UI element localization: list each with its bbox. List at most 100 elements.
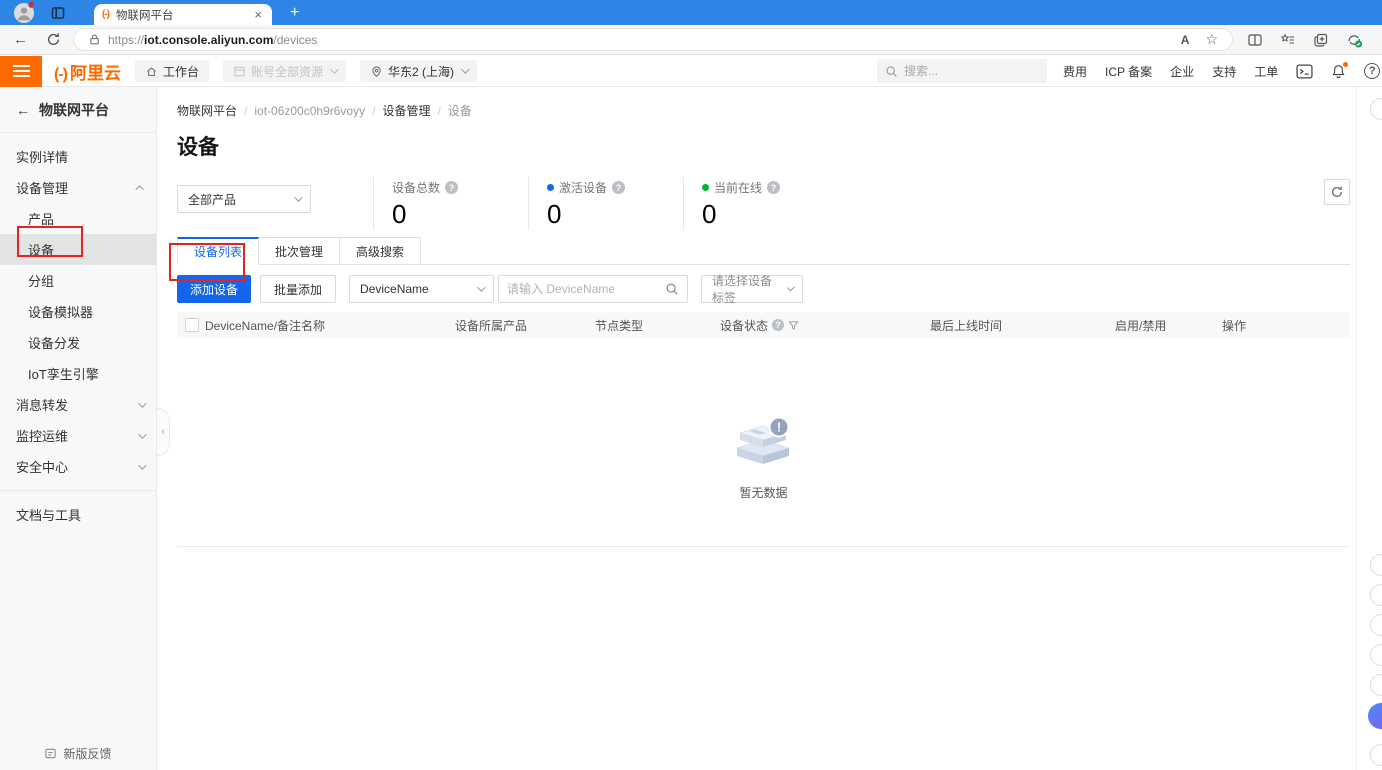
sidebar-item-docs-tools[interactable]: 文档与工具 [0, 499, 156, 530]
svg-text:!: ! [776, 420, 780, 435]
devicename-search[interactable] [498, 275, 688, 303]
cloudshell-icon[interactable] [1296, 64, 1313, 79]
sidebar-item-products[interactable]: 产品 [0, 203, 156, 234]
workbench-button[interactable]: 工作台 [135, 60, 209, 82]
screen: (-) 物联网平台 × + ← https://iot.console.aliy… [0, 0, 1382, 770]
help-icon[interactable]: ? [612, 181, 625, 194]
resource-scope-selector[interactable]: 账号全部资源 [223, 60, 346, 82]
stat-online-devices: 当前在线? 0 [683, 177, 838, 230]
browser-essentials-icon[interactable] [1346, 32, 1363, 48]
sidebar-item-device-distribution[interactable]: 设备分发 [0, 327, 156, 358]
sidebar-item-monitoring-ops[interactable]: 监控运维 [0, 420, 156, 451]
chevron-down-icon [138, 399, 146, 407]
refresh-button[interactable] [1324, 179, 1350, 205]
lock-icon[interactable] [88, 33, 101, 46]
nav-link-billing[interactable]: 费用 [1063, 63, 1087, 80]
add-device-button[interactable]: 添加设备 [177, 275, 251, 303]
chevron-down-icon [787, 284, 795, 292]
workspaces-icon[interactable] [50, 5, 66, 21]
sidebar-item-security-center[interactable]: 安全中心 [0, 451, 156, 482]
chevron-down-icon [330, 65, 338, 73]
tab-advanced-search[interactable]: 高级搜索 [340, 237, 421, 265]
chevron-down-icon [477, 283, 485, 291]
col-node-type: 节点类型 [595, 317, 720, 334]
split-screen-icon[interactable] [1247, 32, 1263, 48]
tab-close-icon[interactable]: × [252, 8, 264, 21]
devicename-search-input[interactable] [507, 282, 665, 296]
tab-title: 物联网平台 [116, 7, 252, 23]
console-search-input[interactable] [904, 64, 1024, 78]
help-icon[interactable]: ? [767, 181, 780, 194]
breadcrumb-iot-platform[interactable]: 物联网平台 [177, 104, 237, 118]
url-text[interactable]: https://iot.console.aliyun.com/devices [108, 33, 1181, 47]
refresh-icon[interactable] [46, 32, 61, 47]
table-header-row: DeviceName/备注名称 设备所属产品 节点类型 设备状态 ? 最后上线时… [177, 312, 1350, 338]
back-icon[interactable]: ← [13, 31, 28, 48]
green-dot-icon [702, 184, 709, 191]
home-icon [145, 65, 158, 78]
hamburger-menu-icon[interactable] [0, 56, 42, 87]
select-all-checkbox[interactable] [185, 318, 199, 332]
chevron-down-icon [461, 65, 469, 73]
breadcrumb-instance-id[interactable]: iot-06z00c0h9r6voyy [254, 104, 365, 118]
empty-state-text: 暂无数据 [739, 484, 787, 501]
sidebar-header[interactable]: ← 物联网平台 [0, 87, 156, 133]
feedback-button[interactable]: 新版反馈 [0, 745, 156, 762]
device-actions: 添加设备 批量添加 DeviceName 请选择设备标签 [177, 275, 1350, 303]
product-filter-select[interactable]: 全部产品 [177, 185, 311, 213]
favorites-bar-icon[interactable] [1280, 32, 1296, 48]
search-type-select[interactable]: DeviceName [349, 275, 494, 303]
device-stats: 设备总数? 0 激活设备? 0 当前在线? 0 [373, 177, 838, 230]
help-icon[interactable]: ? [772, 319, 784, 331]
content-tabs: 设备列表 批次管理 高级搜索 [177, 237, 1350, 265]
browser-profile-avatar[interactable] [14, 3, 34, 23]
page-title: 设备 [177, 131, 1350, 161]
nav-link-enterprise[interactable]: 企业 [1170, 63, 1194, 80]
chevron-down-icon [294, 193, 302, 201]
tab-device-list[interactable]: 设备列表 [177, 237, 259, 265]
location-pin-icon [370, 65, 383, 78]
sidebar-item-message-forwarding[interactable]: 消息转发 [0, 389, 156, 420]
breadcrumb-device-management[interactable]: 设备管理 [382, 104, 430, 118]
col-last-online: 最后上线时间 [930, 317, 1115, 334]
browser-tab[interactable]: (-) 物联网平台 × [94, 4, 272, 25]
sidebar-item-groups[interactable]: 分组 [0, 265, 156, 296]
resource-icon [233, 65, 246, 78]
aliyun-logo-mark: (-) [54, 66, 67, 84]
new-tab-button[interactable]: + [290, 5, 299, 21]
feedback-icon [44, 747, 57, 760]
col-product: 设备所属产品 [455, 317, 595, 334]
collections-icon[interactable] [1313, 32, 1329, 48]
device-tag-select[interactable]: 请选择设备标签 [701, 275, 803, 303]
sidebar: ← 物联网平台 实例详情 设备管理 产品 设备 分组 设备模拟器 设备分发 Io… [0, 87, 157, 770]
tab-batch-management[interactable]: 批次管理 [259, 237, 340, 265]
address-bar[interactable]: https://iot.console.aliyun.com/devices A… [73, 28, 1233, 51]
sidebar-item-devices[interactable]: 设备 [0, 234, 156, 265]
right-rail-divider [1356, 87, 1357, 770]
help-icon[interactable]: ? [445, 181, 458, 194]
sidebar-item-iot-twin[interactable]: IoT孪生引擎 [0, 358, 156, 389]
stat-total-value: 0 [392, 199, 528, 230]
help-icon[interactable]: ? [1364, 63, 1380, 79]
batch-add-button[interactable]: 批量添加 [260, 275, 336, 303]
sidebar-item-device-simulator[interactable]: 设备模拟器 [0, 296, 156, 327]
nav-link-ticket[interactable]: 工单 [1254, 63, 1278, 80]
region-selector[interactable]: 华东2 (上海) [360, 60, 477, 82]
sidebar-item-instance-detail[interactable]: 实例详情 [0, 141, 156, 172]
col-devicename: DeviceName/备注名称 [205, 317, 455, 334]
nav-link-support[interactable]: 支持 [1212, 63, 1236, 80]
filter-funnel-icon[interactable] [788, 320, 799, 331]
favorite-star-icon[interactable]: ☆ [1205, 31, 1218, 48]
stat-total-devices: 设备总数? 0 [373, 177, 528, 230]
aliyun-logo[interactable]: (-) 阿里云 [54, 59, 121, 84]
console-search[interactable] [877, 59, 1047, 83]
sidebar-item-device-management[interactable]: 设备管理 [0, 172, 156, 203]
back-arrow-icon[interactable]: ← [16, 102, 30, 118]
read-aloud-icon[interactable]: A [1181, 33, 1190, 47]
sidebar-collapse-handle[interactable]: ‹ [157, 408, 170, 456]
search-icon [885, 65, 898, 78]
nav-link-icp[interactable]: ICP 备案 [1105, 63, 1152, 80]
chevron-down-icon [138, 461, 146, 469]
notifications-bell-icon[interactable] [1331, 64, 1346, 79]
no-data-illustration: ! [725, 414, 803, 476]
